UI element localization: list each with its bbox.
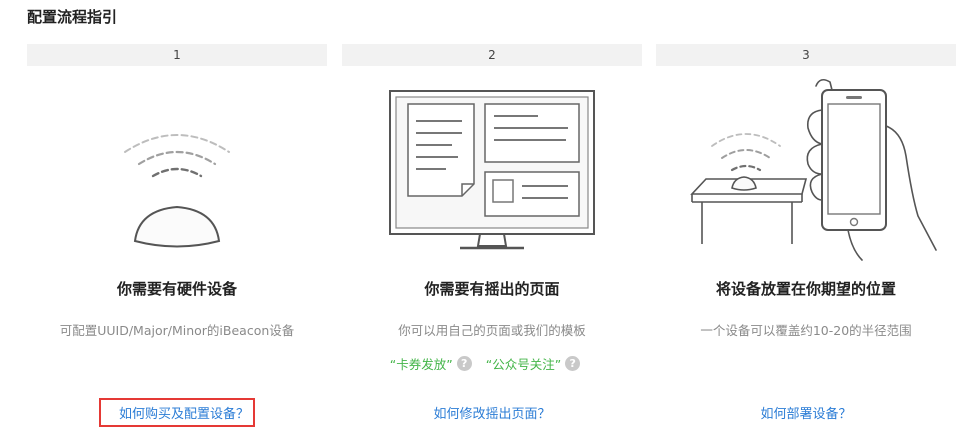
- step-3-column: 3 将设备放置在你期望的位置 一个设备可以覆盖约10-20的半径范围 如何部署设…: [656, 44, 956, 424]
- step-title: 你需要有摇出的页面: [424, 280, 560, 298]
- step-title: 你需要有硬件设备: [116, 280, 237, 298]
- template-tags: “卡券发放”? “公众号关注”?: [342, 354, 642, 373]
- step-number-bar: 3: [656, 44, 956, 66]
- step-title: 将设备放置在你期望的位置: [715, 280, 896, 298]
- step-2-column: 2 你需要有摇出的页面 你可以用自己的页面或我们的模板 “卡券发放” ? “公众…: [342, 44, 642, 424]
- step-number-bar: 1: [27, 44, 327, 66]
- step-description: 你可以用自己的页面或我们的模板: [398, 323, 586, 338]
- placement-illustration: [656, 66, 956, 266]
- monitor-page-illustration: [342, 66, 642, 266]
- follow-account-tag[interactable]: “公众号关注”: [486, 354, 561, 373]
- step-number-bar: 2: [342, 44, 642, 66]
- beacon-device-illustration: [27, 66, 327, 266]
- card-coupon-tag[interactable]: “卡券发放”: [390, 354, 453, 373]
- help-link-row: 如何修改摇出页面？: [342, 398, 642, 422]
- highlight-box: 如何购买及配置设备？: [98, 398, 255, 427]
- step-description: 可配置UUID/Major/Minor的iBeacon设备: [59, 323, 295, 338]
- buy-configure-device-link[interactable]: 如何购买及配置设备？: [119, 407, 249, 422]
- help-link-row: 如何购买及配置设备？: [27, 398, 327, 427]
- page-title: 配置流程指引: [27, 8, 118, 26]
- edit-shake-page-link[interactable]: 如何修改摇出页面？: [433, 407, 550, 422]
- step-1-column: 1 你需要有硬件设备 可配置UUID/Major/Minor的iBeacon设备…: [27, 44, 327, 427]
- question-icon[interactable]: ?: [565, 356, 581, 371]
- question-icon[interactable]: ?: [456, 356, 472, 371]
- help-link-row: 如何部署设备？: [656, 398, 956, 422]
- deploy-device-link[interactable]: 如何部署设备？: [760, 407, 851, 422]
- step-description: 一个设备可以覆盖约10-20的半径范围: [700, 323, 912, 338]
